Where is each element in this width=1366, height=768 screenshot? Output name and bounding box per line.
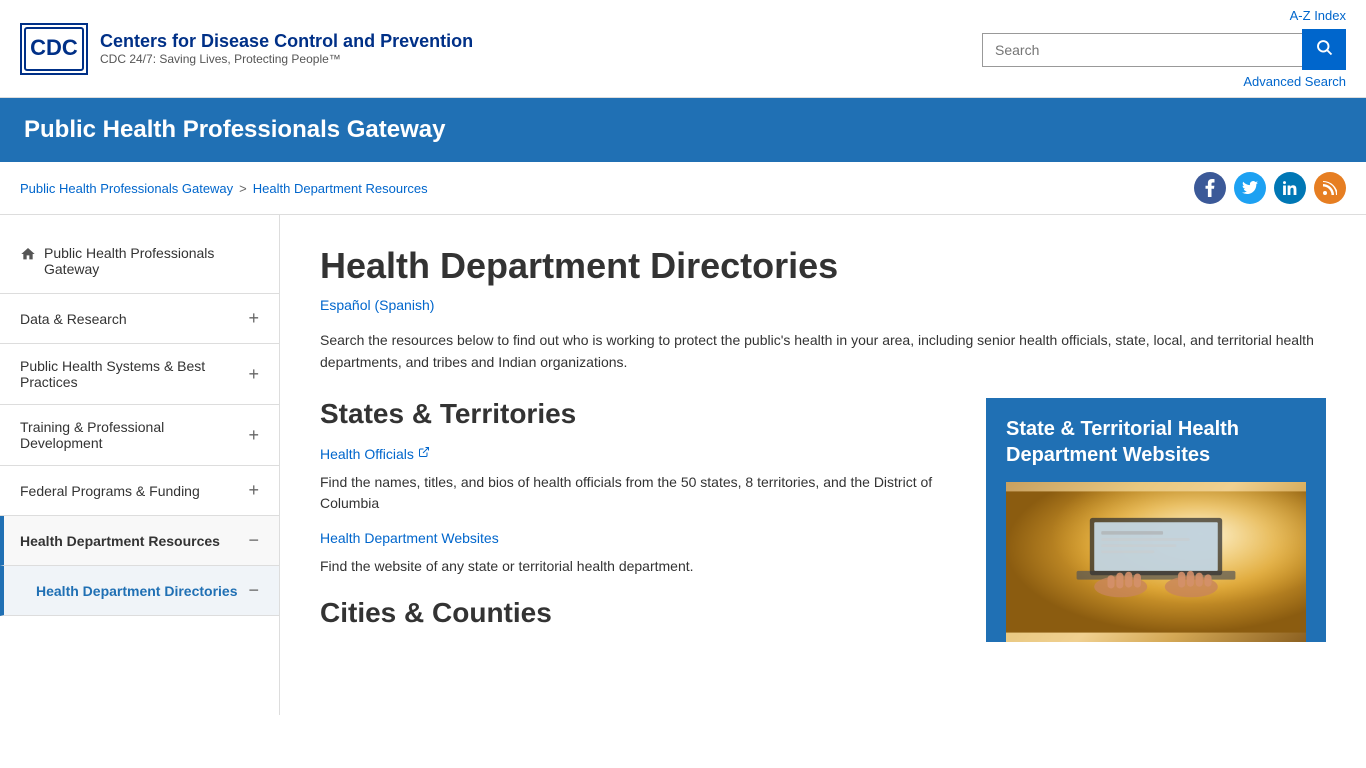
health-dept-websites-link[interactable]: Health Department Websites (320, 530, 499, 546)
rss-icon[interactable] (1314, 172, 1346, 204)
cities-counties-title: Cities & Counties (320, 597, 962, 629)
blue-card-title: State & Territorial Health Department We… (1006, 416, 1306, 468)
public-health-systems-expand-icon: + (248, 364, 259, 385)
sidebar-label-data-research: Data & Research (20, 311, 127, 327)
sidebar-item-health-dept-directories[interactable]: Health Department Directories − (0, 566, 279, 616)
sidebar-label-health-dept-resources: Health Department Resources (20, 533, 220, 549)
content-left: States & Territories Health Officials (320, 398, 962, 642)
states-territories-title: States & Territories (320, 398, 962, 430)
sidebar-label-federal-programs: Federal Programs & Funding (20, 483, 200, 499)
social-icons (1194, 172, 1346, 204)
breadcrumb-current-link[interactable]: Health Department Resources (253, 181, 428, 196)
org-subtitle: CDC 24/7: Saving Lives, Protecting Peopl… (100, 52, 473, 66)
content-right: State & Territorial Health Department We… (986, 398, 1326, 642)
home-icon (20, 246, 36, 267)
health-dept-websites-desc: Find the website of any state or territo… (320, 556, 962, 577)
health-officials-block: Health Officials Find the names, titles,… (320, 446, 962, 514)
two-col-layout: States & Territories Health Officials (320, 398, 1326, 642)
data-research-expand-icon: + (248, 308, 259, 329)
sidebar-item-federal-programs[interactable]: Federal Programs & Funding + (0, 466, 279, 516)
page-banner-title: Public Health Professionals Gateway (24, 116, 1342, 144)
linkedin-icon[interactable] (1274, 172, 1306, 204)
twitter-icon[interactable] (1234, 172, 1266, 204)
sidebar-label-training: Training & Professional Development (20, 419, 248, 451)
az-index-link[interactable]: A-Z Index (1290, 8, 1346, 23)
top-right: A-Z Index Advanced Search (982, 8, 1346, 89)
content-intro: Search the resources below to find out w… (320, 329, 1326, 374)
health-dept-resources-collapse-icon: − (248, 530, 259, 551)
federal-programs-expand-icon: + (248, 480, 259, 501)
sidebar: Public Health Professionals Gateway Data… (0, 215, 280, 715)
facebook-icon[interactable] (1194, 172, 1226, 204)
sidebar-home-item[interactable]: Public Health Professionals Gateway (0, 235, 279, 294)
content-area: Health Department Directories Español (S… (280, 215, 1366, 715)
breadcrumb-home-link[interactable]: Public Health Professionals Gateway (20, 181, 233, 196)
advanced-search-link[interactable]: Advanced Search (1243, 74, 1346, 89)
org-name: Centers for Disease Control and Preventi… (100, 31, 473, 52)
external-link-icon (418, 446, 430, 461)
content-title: Health Department Directories (320, 245, 1326, 287)
health-officials-link[interactable]: Health Officials (320, 446, 430, 462)
blue-card: State & Territorial Health Department We… (986, 398, 1326, 642)
page-banner: Public Health Professionals Gateway (0, 98, 1366, 162)
svg-text:CDC: CDC (30, 35, 78, 60)
search-input[interactable] (982, 33, 1302, 67)
logo-area: CDC Centers for Disease Control and Prev… (20, 23, 473, 75)
breadcrumb-separator: > (239, 181, 247, 196)
sidebar-item-data-research[interactable]: Data & Research + (0, 294, 279, 344)
health-dept-websites-block: Health Department Websites Find the webs… (320, 530, 962, 577)
breadcrumb-bar: Public Health Professionals Gateway > He… (0, 162, 1366, 215)
breadcrumb: Public Health Professionals Gateway > He… (20, 181, 428, 196)
top-bar: CDC Centers for Disease Control and Prev… (0, 0, 1366, 98)
sidebar-item-health-dept-resources[interactable]: Health Department Resources − (0, 516, 279, 566)
cdc-logo: CDC (20, 23, 88, 75)
health-dept-directories-collapse-icon: − (248, 580, 259, 601)
blue-card-image (1006, 482, 1306, 642)
cdc-text-area: Centers for Disease Control and Preventi… (100, 31, 473, 66)
sidebar-label-health-dept-directories: Health Department Directories (36, 583, 238, 599)
sidebar-label-public-health-systems: Public Health Systems & Best Practices (20, 358, 248, 390)
search-row (982, 29, 1346, 70)
sidebar-item-training[interactable]: Training & Professional Development + (0, 405, 279, 466)
main-container: Public Health Professionals Gateway Data… (0, 215, 1366, 715)
sidebar-home-label: Public Health Professionals Gateway (44, 245, 259, 277)
search-button[interactable] (1302, 29, 1346, 70)
sidebar-item-public-health-systems[interactable]: Public Health Systems & Best Practices + (0, 344, 279, 405)
training-expand-icon: + (248, 425, 259, 446)
health-officials-desc: Find the names, titles, and bios of heal… (320, 472, 962, 514)
spanish-link[interactable]: Español (Spanish) (320, 297, 434, 313)
